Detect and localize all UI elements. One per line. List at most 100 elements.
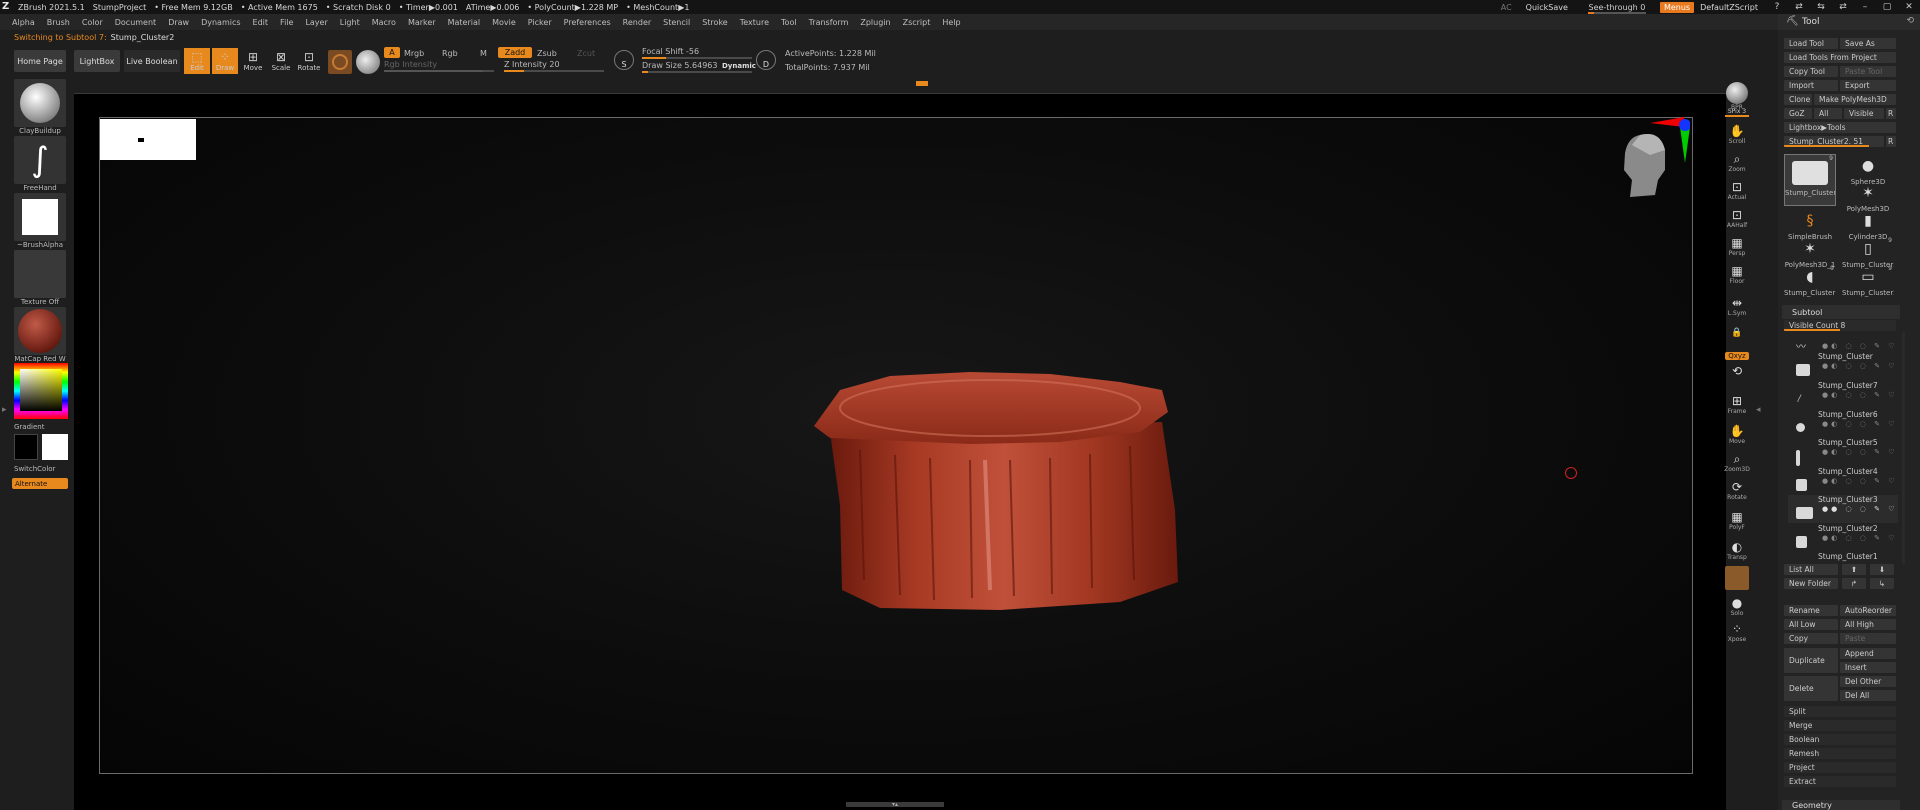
subtool-header[interactable]: Subtool [1782, 305, 1900, 319]
lightbox-tools-button[interactable]: Lightbox▶Tools [1784, 122, 1896, 133]
bottom-scroll-handle[interactable]: ▾▴ [846, 802, 944, 808]
qxyz-button[interactable]: Qxyz [1720, 352, 1754, 360]
tool-panel-close-icon[interactable]: ⟲ [1906, 16, 1914, 26]
layout-icon[interactable]: ⇄ [1793, 2, 1805, 12]
left-panel-collapse-arrow[interactable]: ▸ [2, 405, 7, 415]
live-boolean-button[interactable]: Live Boolean [124, 50, 180, 72]
goz-button[interactable]: GoZ [1784, 108, 1812, 119]
menu-zscript[interactable]: Zscript [903, 18, 931, 27]
list-all-button[interactable]: List All [1784, 564, 1838, 575]
sphere-brush-icon[interactable] [356, 50, 380, 74]
split-button[interactable]: Split [1784, 706, 1896, 717]
menu-stroke[interactable]: Stroke [702, 18, 728, 27]
append-button[interactable]: Append [1840, 648, 1896, 659]
orientation-head-icon[interactable] [1610, 115, 1690, 215]
zadd-button[interactable]: Zadd [498, 47, 532, 58]
help-icon[interactable]: ? [1771, 2, 1783, 12]
load-tool-button[interactable]: Load Tool [1784, 38, 1838, 49]
paste-button[interactable]: Paste [1840, 633, 1896, 644]
see-through-slider[interactable]: See-through 0 [1582, 3, 1652, 14]
lightbox-button[interactable]: LightBox [74, 50, 120, 72]
menu-marker[interactable]: Marker [408, 18, 436, 27]
move-view-button[interactable]: ✋ Move [1720, 424, 1754, 445]
default-zscript[interactable]: DefaultZScript [1700, 3, 1758, 12]
menu-picker[interactable]: Picker [528, 18, 552, 27]
delete-button[interactable]: Delete [1784, 676, 1838, 701]
arrow-up-right-button[interactable]: ↱ [1842, 578, 1866, 589]
persp-button[interactable]: ▦ Persp [1720, 236, 1754, 257]
menu-alpha[interactable]: Alpha [12, 18, 35, 27]
scroll-button[interactable]: ✋ Scroll [1720, 124, 1754, 145]
frame-button[interactable]: ⊞ Frame [1720, 394, 1754, 415]
lsym-button[interactable]: ⇹ L.Sym [1720, 296, 1754, 317]
copy-tool-button[interactable]: Copy Tool [1784, 66, 1838, 77]
visible-count-slider[interactable]: Visible Count 8 [1784, 320, 1896, 331]
subtool-6-toggles[interactable]: ●● ◌ ◌ ✎ ♡ [1822, 505, 1897, 513]
make-polymesh-button[interactable]: Make PolyMesh3D [1814, 94, 1896, 105]
menu-stencil[interactable]: Stencil [663, 18, 690, 27]
menu-color[interactable]: Color [82, 18, 103, 27]
lock-button[interactable]: 🔒 [1720, 326, 1754, 340]
menu-help[interactable]: Help [942, 18, 960, 27]
move-down-button[interactable]: ⬇ [1870, 564, 1894, 575]
subtool-3-toggles[interactable]: ●◐ ◌ ◌ ✎ ♡ [1822, 420, 1897, 428]
subtool-2-toggles[interactable]: ●◐ ◌ ◌ ✎ ♡ [1822, 391, 1897, 399]
subtool-row-2[interactable]: Stump_Cluster7 〳 ●◐ ◌ ◌ ✎ ♡ [1788, 381, 1898, 409]
subtool-row-8[interactable]: Stump_Cluster1 [1788, 552, 1898, 564]
material-selector[interactable]: MatCap Red W [12, 307, 68, 363]
spix-button[interactable]: SPix 3 [1720, 108, 1754, 117]
zcut-button[interactable]: Zcut [577, 49, 595, 58]
autoreorder-button[interactable]: AutoReorder [1840, 605, 1896, 616]
all-low-button[interactable]: All Low [1784, 619, 1838, 630]
tool-thumb-stump-cluster2-b[interactable]: ▭ Stump_Cluster2 9 [1842, 265, 1894, 297]
rgb-button[interactable]: Rgb [442, 49, 458, 58]
load-tools-from-project-button[interactable]: Load Tools From Project [1784, 52, 1896, 63]
export-button[interactable]: Export [1840, 80, 1896, 91]
stroke-selector[interactable]: ∫ FreeHand [12, 136, 68, 192]
subtool-row-5[interactable]: Stump_Cluster4 ●◐ ◌ ◌ ✎ ♡ [1788, 467, 1898, 495]
menu-render[interactable]: Render [623, 18, 651, 27]
mrgb-button[interactable]: Mrgb [404, 49, 424, 58]
del-all-button[interactable]: Del All [1840, 690, 1896, 701]
all-high-button[interactable]: All High [1840, 619, 1896, 630]
paste-tool-button[interactable]: Paste Tool [1840, 66, 1896, 77]
rgb-intensity-slider[interactable]: Rgb Intensity [384, 60, 494, 72]
minimize-icon[interactable]: – [1859, 2, 1871, 12]
focal-shift-slider[interactable]: Focal Shift -56 [642, 47, 752, 59]
tool-thumb-stump-cluster2[interactable]: Stump_Cluster2 9 [1784, 154, 1836, 206]
menu-tool[interactable]: Tool [781, 18, 797, 27]
actual-button[interactable]: ⊡ Actual [1720, 180, 1754, 201]
duplicate-button[interactable]: Duplicate [1784, 648, 1838, 673]
polyf-button[interactable]: ▦ PolyF [1720, 510, 1754, 531]
copy-button[interactable]: Copy [1784, 633, 1838, 644]
stump-model[interactable] [800, 360, 1190, 620]
menus-button[interactable]: Menus [1659, 1, 1695, 13]
m-button[interactable]: M [480, 49, 487, 58]
menu-macro[interactable]: Macro [372, 18, 396, 27]
alpha-selector[interactable]: ~BrushAlpha [12, 193, 68, 249]
subtool-5-toggles[interactable]: ●◐ ◌ ◌ ✎ ♡ [1822, 477, 1897, 485]
subtool-4-toggles[interactable]: ●◐ ◌ ◌ ✎ ♡ [1822, 448, 1897, 456]
move-up-button[interactable]: ⬆ [1842, 564, 1866, 575]
xpose-button[interactable]: ⁘ Xpose [1720, 622, 1754, 643]
primary-color-swatch[interactable] [14, 434, 38, 460]
s-brush-icon[interactable]: S [614, 50, 634, 70]
extract-button[interactable]: Extract [1784, 776, 1896, 787]
color-picker[interactable] [14, 363, 68, 419]
maximize-icon[interactable]: ▢ [1881, 2, 1893, 12]
all-button[interactable]: All [1814, 108, 1842, 119]
subtool-scrollbar[interactable] [1902, 332, 1905, 564]
aahalf-button[interactable]: ⊡ AAHalf [1720, 208, 1754, 229]
transp-button[interactable]: ◐ Transp [1720, 540, 1754, 561]
gradient-label[interactable]: Gradient [14, 423, 44, 431]
menu-layer[interactable]: Layer [305, 18, 327, 27]
r-button[interactable]: R [1886, 108, 1896, 119]
current-tool-r-button[interactable]: R [1886, 136, 1896, 147]
a-button[interactable]: A [384, 47, 400, 58]
secondary-color-swatch[interactable] [42, 434, 68, 460]
d-icon[interactable]: D [756, 50, 776, 70]
subtool-row-1[interactable]: Stump_Cluster ●◐ ◌ ◌ ✎ ♡ [1788, 352, 1898, 380]
edit-button[interactable]: ⬚ Edit [184, 48, 210, 74]
subtool-row-6[interactable]: Stump_Cluster3 ●● ◌ ◌ ✎ ♡ [1788, 495, 1898, 523]
menu-material[interactable]: Material [448, 18, 481, 27]
